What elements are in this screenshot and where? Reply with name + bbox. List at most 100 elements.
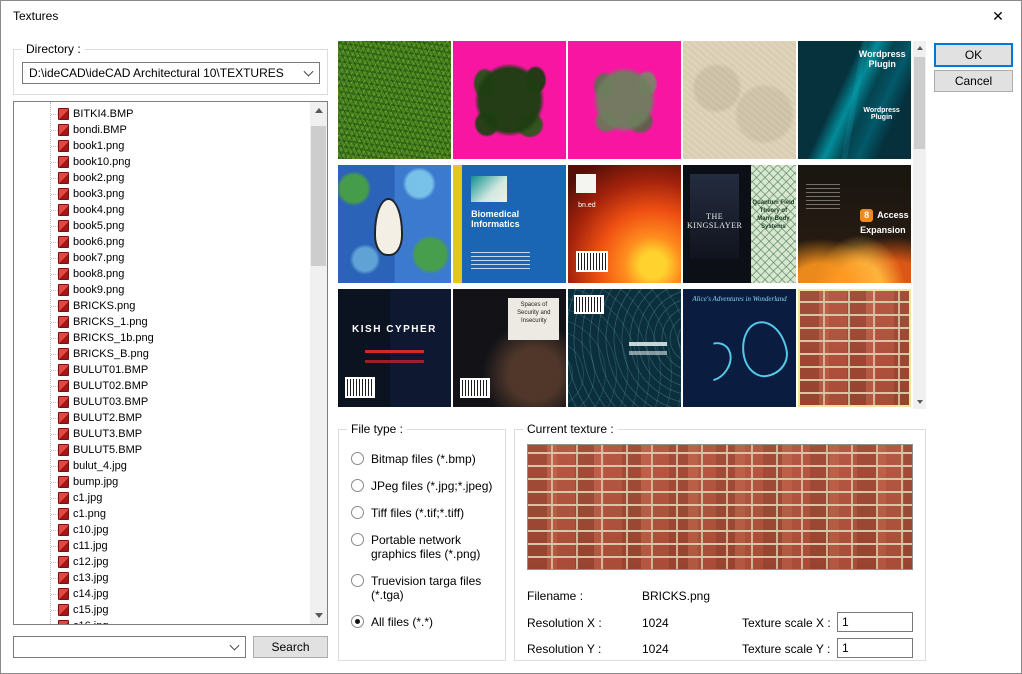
file-list-item[interactable]: c16.jpg — [14, 618, 310, 624]
tree-connector — [51, 242, 58, 243]
texture-thumbnail-grass[interactable] — [338, 41, 451, 159]
texture-thumbnail-spaces-book[interactable]: Spaces of Security and Insecurity — [453, 289, 566, 407]
texture-thumbnail-wave-book[interactable] — [568, 289, 681, 407]
scroll-thumb[interactable] — [311, 126, 326, 266]
tree-connector — [51, 450, 58, 451]
file-name: BRICKS.png — [73, 300, 135, 312]
tree-connector — [51, 162, 58, 163]
file-list-item[interactable]: BRICKS.png — [14, 298, 310, 314]
tree-connector — [51, 306, 58, 307]
file-name: book1.png — [73, 140, 124, 152]
radio-button-icon[interactable] — [351, 506, 364, 519]
file-name: book8.png — [73, 268, 124, 280]
file-list-item[interactable]: bump.jpg — [14, 474, 310, 490]
file-type-option[interactable]: Tiff files (*.tif;*.tiff) — [351, 506, 499, 520]
cancel-button[interactable]: Cancel — [934, 70, 1013, 92]
tree-connector — [51, 578, 58, 579]
file-list-item[interactable]: BITKI4.BMP — [14, 106, 310, 122]
texture-file-icon — [58, 316, 69, 328]
file-list-item[interactable]: BULUT5.BMP — [14, 442, 310, 458]
texture-thumbnail-cartoon-book[interactable] — [338, 165, 451, 283]
file-list-item[interactable]: c10.jpg — [14, 522, 310, 538]
file-list-item[interactable]: BULUT3.BMP — [14, 426, 310, 442]
triangle-up-icon — [315, 108, 323, 113]
texture-scale-x-input[interactable] — [837, 612, 913, 632]
texture-thumbnail-tree-light[interactable] — [568, 41, 681, 159]
file-name: BRICKS_1b.png — [73, 332, 154, 344]
tree-connector — [51, 562, 58, 563]
file-list-item[interactable]: book2.png — [14, 170, 310, 186]
texture-thumbnail-paper[interactable] — [683, 41, 796, 159]
scroll-down-button[interactable] — [310, 607, 327, 624]
file-name: c15.jpg — [73, 604, 108, 616]
tree-connector — [51, 498, 58, 499]
file-list-item[interactable]: bondi.BMP — [14, 122, 310, 138]
radio-button-icon[interactable] — [351, 533, 364, 546]
file-list-item[interactable]: BULUT2.BMP — [14, 410, 310, 426]
texture-file-icon — [58, 300, 69, 312]
file-list-item[interactable]: book3.png — [14, 186, 310, 202]
scroll-down-button[interactable] — [913, 395, 926, 409]
tree-connector — [51, 466, 58, 467]
file-list-item[interactable]: bulut_4.jpg — [14, 458, 310, 474]
current-texture-group: Current texture : Filename : BRICKS.png … — [514, 429, 926, 661]
texture-thumbnail-kingslayer-book[interactable]: THE KINGSLAYERQuantum Field Theory of Ma… — [683, 165, 796, 283]
file-name: book3.png — [73, 188, 124, 200]
texture-file-icon — [58, 220, 69, 232]
texture-thumbnail-access-book[interactable]: 8AccessExpansion — [798, 165, 911, 283]
file-list-item[interactable]: book5.png — [14, 218, 310, 234]
file-type-option[interactable]: Bitmap files (*.bmp) — [351, 452, 499, 466]
file-list-item[interactable]: c14.jpg — [14, 586, 310, 602]
search-combobox[interactable] — [13, 636, 246, 658]
file-list-item[interactable]: book8.png — [14, 266, 310, 282]
texture-thumbnail-kish-book[interactable]: KISH CYPHER — [338, 289, 451, 407]
thumbnail-text: Wordpress Plugin — [857, 107, 907, 121]
scroll-up-button[interactable] — [310, 102, 327, 119]
file-type-option[interactable]: All files (*.*) — [351, 615, 499, 629]
radio-button-icon[interactable] — [351, 452, 364, 465]
close-icon[interactable]: ✕ — [976, 2, 1020, 30]
file-list-item[interactable]: c13.jpg — [14, 570, 310, 586]
file-type-option[interactable]: Truevision targa files (*.tga) — [351, 574, 499, 602]
file-list-item[interactable]: book7.png — [14, 250, 310, 266]
texture-thumbnail-bricks[interactable] — [798, 289, 911, 407]
texture-scale-y-input[interactable] — [837, 638, 913, 658]
file-type-option[interactable]: JPeg files (*.jpg;*.jpeg) — [351, 479, 499, 493]
file-name: book9.png — [73, 284, 124, 296]
search-button[interactable]: Search — [253, 636, 328, 658]
file-type-option[interactable]: Portable network graphics files (*.png) — [351, 533, 499, 561]
file-list-item[interactable]: BRICKS_B.png — [14, 346, 310, 362]
file-list-item[interactable]: book4.png — [14, 202, 310, 218]
file-list-item[interactable]: BULUT03.BMP — [14, 394, 310, 410]
scroll-up-button[interactable] — [913, 41, 926, 55]
texture-thumbnail-biomedical-book[interactable]: Biomedical Informatics — [453, 165, 566, 283]
texture-thumbnail-wordpress-book[interactable]: Wordpress PluginWordpress Plugin — [798, 41, 911, 159]
file-list-item[interactable]: book6.png — [14, 234, 310, 250]
file-list-scrollbar[interactable] — [310, 102, 327, 624]
ok-button[interactable]: OK — [934, 43, 1013, 67]
radio-button-icon[interactable] — [351, 615, 364, 628]
texture-thumbnail-wonderland-book[interactable]: Alice's Adventures in Wonderland — [683, 289, 796, 407]
thumbnail-text: Biomedical Informatics — [471, 209, 552, 229]
radio-button-icon[interactable] — [351, 574, 364, 587]
file-name: c1.png — [73, 508, 106, 520]
scroll-thumb[interactable] — [914, 57, 925, 149]
file-list-item[interactable]: c1.png — [14, 506, 310, 522]
file-list-item[interactable]: BRICKS_1b.png — [14, 330, 310, 346]
file-list-item[interactable]: book9.png — [14, 282, 310, 298]
radio-button-icon[interactable] — [351, 479, 364, 492]
texture-thumbnail-flame-book[interactable]: bn.ed — [568, 165, 681, 283]
file-list-item[interactable]: book1.png — [14, 138, 310, 154]
directory-combobox[interactable]: D:\ideCAD\ideCAD Architectural 10\TEXTUR… — [22, 62, 320, 84]
file-list: BITKI4.BMPbondi.BMPbook1.pngbook10.pngbo… — [13, 101, 328, 625]
file-list-item[interactable]: BULUT02.BMP — [14, 378, 310, 394]
file-list-item[interactable]: BULUT01.BMP — [14, 362, 310, 378]
texture-thumbnail-tree-dense[interactable] — [453, 41, 566, 159]
texture-grid-scrollbar[interactable] — [913, 41, 926, 409]
file-list-item[interactable]: c11.jpg — [14, 538, 310, 554]
file-list-item[interactable]: c15.jpg — [14, 602, 310, 618]
file-list-item[interactable]: BRICKS_1.png — [14, 314, 310, 330]
file-list-item[interactable]: c12.jpg — [14, 554, 310, 570]
file-list-item[interactable]: book10.png — [14, 154, 310, 170]
file-list-item[interactable]: c1.jpg — [14, 490, 310, 506]
